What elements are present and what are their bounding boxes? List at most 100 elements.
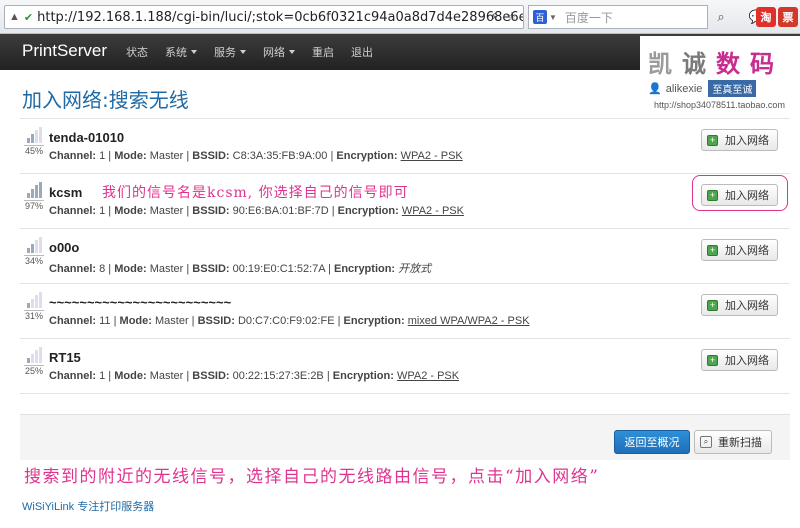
join-network-button[interactable]: + 加入网络 [701, 184, 778, 206]
watermark-char: 凯 [648, 51, 682, 78]
chevron-down-icon[interactable]: ▼ [549, 13, 557, 22]
search-input[interactable]: 百度一下 [565, 9, 613, 26]
label: Encryption: [343, 315, 405, 327]
button-label: 加入网络 [725, 245, 769, 257]
watermark-title: 凯诚数码 [648, 44, 784, 79]
label: Channel: [49, 205, 97, 217]
watermark-motto: 至真至诚 [708, 80, 757, 97]
network-info: Channel: 11 | Mode: Master | BSSID: D0:C… [49, 315, 530, 327]
watermark-char: 数码 [716, 51, 784, 78]
button-label: 加入网络 [725, 355, 769, 367]
network-ssid: kcsm [49, 185, 83, 200]
signal-icon [24, 182, 44, 198]
add-icon: + [707, 354, 718, 366]
value: Master [149, 150, 184, 162]
signal-indicator: 34% [24, 237, 44, 266]
search-icon[interactable]: ⌕ [712, 8, 730, 26]
label: Encryption: [337, 205, 399, 217]
network-info: Channel: 1 | Mode: Master | BSSID: 90:E6… [49, 205, 464, 217]
value: 11 [99, 315, 111, 327]
network-ssid: tenda-01010 [49, 130, 125, 145]
value: Master [149, 205, 184, 217]
network-row: 31% ~~~~~~~~~~~~~~~~~~~~~~~~ Channel: 11… [20, 284, 790, 339]
value: C8:3A:35:FB:9A:00 [232, 150, 328, 162]
network-ssid: RT15 [49, 350, 81, 365]
bottom-annotation: 搜索到的附近的无线信号，选择自己的无线路由信号，点击“加入网络” [24, 467, 600, 487]
ticket-ext-icon[interactable]: 票 [778, 7, 798, 27]
nav-logout[interactable]: 退出 [351, 44, 373, 60]
value: Master [149, 263, 184, 275]
watermark-row: 👤 alikexie 至真至诚 [648, 80, 757, 97]
network-row: 97% kcsm 我们的信号名是kcsm, 你选择自己的信号即可 Channel… [20, 174, 790, 229]
nav-system[interactable]: 系统 [165, 44, 197, 60]
value: 1 [99, 150, 106, 162]
network-info: Channel: 8 | Mode: Master | BSSID: 00:19… [49, 263, 432, 275]
value: 00:22:15:27:3E:2B [232, 370, 324, 382]
value: D0:C7:C0:F9:02:FE [237, 315, 335, 327]
taobao-ext-icon[interactable]: 淘 [756, 7, 776, 27]
star-icon[interactable]: ☆ [503, 8, 521, 26]
nav-services[interactable]: 服务 [214, 44, 246, 60]
value: WPA2 - PSK [396, 370, 460, 382]
label: Channel: [49, 315, 97, 327]
signal-icon [24, 237, 44, 253]
join-network-button[interactable]: + 加入网络 [701, 294, 778, 316]
nav-status[interactable]: 状态 [126, 44, 148, 60]
rescan-button[interactable]: ⌕ 重新扫描 [694, 430, 772, 454]
join-network-button[interactable]: + 加入网络 [701, 239, 778, 261]
signal-indicator: 45% [24, 127, 44, 156]
label: Mode: [114, 263, 147, 275]
signal-icon [24, 292, 44, 308]
network-info: Channel: 1 | Mode: Master | BSSID: 00:22… [49, 370, 460, 382]
url-text[interactable]: http://192.168.1.188/cgi-bin/luci/;stok=… [37, 10, 523, 25]
label: Encryption: [333, 263, 396, 275]
nav-label: 退出 [351, 47, 373, 59]
value: WPA2 - PSK [401, 205, 464, 217]
lightning-icon[interactable]: ⚡ [485, 8, 503, 26]
footer-text[interactable]: WiSiYiLink 专注打印服务器 [22, 498, 154, 514]
watermark-tag: alikexie [665, 82, 703, 95]
label: Mode: [114, 205, 147, 217]
signal-percent: 97% [24, 200, 44, 211]
network-row: 34% o00o Channel: 8 | Mode: Master | BSS… [20, 229, 790, 284]
brand-logo[interactable]: PrintServer [22, 41, 107, 61]
label: Channel: [49, 370, 97, 382]
label: BSSID: [192, 150, 230, 162]
address-bar[interactable]: ▲ ✔ http://192.168.1.188/cgi-bin/luci/;s… [4, 5, 524, 29]
button-label: 加入网络 [725, 190, 769, 202]
add-icon: + [707, 299, 718, 311]
shop-watermark: 凯诚数码 👤 alikexie 至真至诚 http://shop34078511… [640, 36, 800, 116]
join-network-button[interactable]: + 加入网络 [701, 349, 778, 371]
network-row: 25% RT15 Channel: 1 | Mode: Master | BSS… [20, 339, 790, 394]
baidu-icon[interactable]: 百 [533, 10, 547, 24]
join-network-button[interactable]: + 加入网络 [701, 129, 778, 151]
nav-reboot[interactable]: 重启 [312, 44, 334, 60]
value: 8 [99, 263, 106, 275]
caret-down-icon [191, 50, 197, 54]
action-bar: 返回至概况 ⌕ 重新扫描 [20, 414, 790, 460]
page-title: 加入网络:搜索无线 [22, 88, 189, 112]
value: Master [154, 315, 189, 327]
value: WPA2 - PSK [400, 150, 463, 162]
main-nav: 状态 系统 服务 网络 重启 退出 [126, 34, 390, 70]
nav-network[interactable]: 网络 [263, 44, 295, 60]
signal-indicator: 97% [24, 182, 44, 211]
signal-percent: 45% [24, 145, 44, 156]
back-to-overview-button[interactable]: 返回至概况 [614, 430, 690, 454]
caret-down-icon [240, 50, 246, 54]
browser-toolbar: ▲ ✔ http://192.168.1.188/cgi-bin/luci/;s… [0, 0, 800, 34]
nav-label: 状态 [126, 47, 148, 59]
label: BSSID: [192, 263, 230, 275]
value: mixed WPA/WPA2 - PSK [407, 315, 530, 327]
add-icon: + [707, 244, 718, 256]
value: Master [149, 370, 184, 382]
nav-label: 服务 [214, 47, 236, 59]
signal-indicator: 31% [24, 292, 44, 321]
search-box[interactable]: 百 ▼ 百度一下 [528, 5, 708, 29]
label: BSSID: [192, 205, 230, 217]
button-label: 重新扫描 [718, 437, 762, 449]
label: Channel: [49, 150, 97, 162]
network-ssid: ~~~~~~~~~~~~~~~~~~~~~~~~ [49, 295, 232, 310]
caret-down-icon [289, 50, 295, 54]
label: Mode: [114, 370, 147, 382]
